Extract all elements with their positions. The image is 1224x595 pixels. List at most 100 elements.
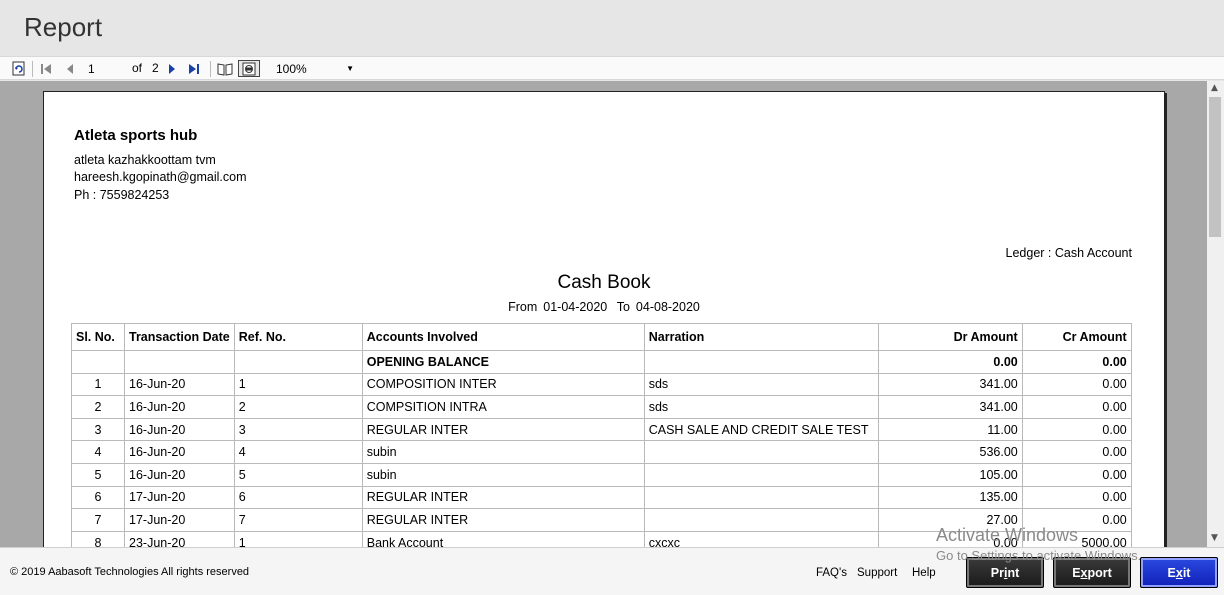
table-row: 5 16-Jun-20 5 subin 105.00 0.00 — [71, 462, 1132, 487]
cell-narration: CASH SALE AND CREDIT SALE TEST — [643, 417, 879, 442]
cell-sl: 7 — [71, 508, 125, 532]
export-label-accesskey: x — [1080, 565, 1088, 580]
cell-sl: 3 — [71, 417, 125, 442]
cell-account: OPENING BALANCE — [361, 350, 645, 374]
report-viewer[interactable]: Atleta sports hub atleta kazhakkoottam t… — [0, 81, 1209, 547]
exit-label-accesskey: x — [1175, 565, 1183, 580]
cell-dr: 105.00 — [877, 462, 1023, 487]
cell-cr: 0.00 — [1021, 395, 1132, 419]
scroll-up-icon[interactable]: ▲ — [1211, 83, 1218, 93]
cell-dr: 536.00 — [877, 440, 1023, 464]
report-page: Atleta sports hub atleta kazhakkoottam t… — [43, 91, 1165, 547]
chevron-down-icon: ▼ — [346, 64, 354, 73]
exit-button[interactable]: Ex it — [1140, 557, 1218, 588]
faq-link[interactable]: FAQ's — [816, 567, 847, 579]
cell-sl: 4 — [71, 440, 125, 464]
cell-ref — [233, 350, 363, 374]
page-number-input[interactable] — [82, 60, 122, 77]
scroll-down-icon[interactable]: ▼ — [1211, 533, 1218, 543]
cell-narration — [643, 440, 879, 464]
cell-date: 17-Jun-20 — [124, 508, 235, 532]
table-row: 2 16-Jun-20 2 COMPSITION INTRA sds 341.00 0.00 — [71, 395, 1132, 419]
company-phone: Ph : 7559824253 — [74, 188, 170, 202]
to-date: 04-08-2020 — [635, 300, 700, 314]
column-header: Narration — [643, 323, 879, 351]
of-label: of — [132, 61, 143, 75]
from-label: From — [508, 300, 538, 314]
cell-cr: 0.00 — [1021, 417, 1132, 442]
cell-account: REGULAR INTER — [361, 508, 645, 532]
cell-ref: 2 — [233, 395, 363, 419]
cell-ref: 1 — [233, 372, 363, 397]
cell-dr: 341.00 — [877, 372, 1023, 397]
scroll-thumb[interactable] — [1209, 97, 1221, 237]
print-label-part: nt — [1007, 565, 1020, 580]
cell-sl — [71, 350, 125, 374]
cell-sl: 5 — [71, 462, 125, 487]
to-label: To — [616, 300, 630, 314]
cell-date: 17-Jun-20 — [124, 485, 235, 510]
cell-sl: 2 — [71, 395, 125, 419]
company-address: atleta kazhakkoottam tvm — [74, 153, 216, 167]
column-header: Dr Amount — [877, 323, 1023, 351]
export-label-part: E — [1072, 565, 1081, 580]
total-pages: 2 — [152, 61, 159, 75]
cell-cr: 0.00 — [1021, 462, 1132, 487]
export-label-part: port — [1087, 565, 1112, 580]
cell-narration: sds — [643, 395, 879, 419]
last-page-icon[interactable] — [186, 60, 202, 77]
cell-narration: cxcxc — [643, 530, 879, 547]
first-page-icon[interactable] — [38, 60, 54, 77]
cell-account: subin — [361, 462, 645, 487]
previous-page-icon[interactable] — [62, 60, 78, 77]
exit-label-part: E — [1167, 565, 1176, 580]
report-toolbar: of 2 100% ▼ — [0, 56, 1224, 80]
cell-account: COMPSITION INTRA — [361, 395, 645, 419]
cell-cr: 0.00 — [1021, 485, 1132, 510]
cell-dr: 0.00 — [877, 350, 1023, 374]
support-link[interactable]: Support — [857, 567, 897, 579]
cell-account: subin — [361, 440, 645, 464]
cell-account: REGULAR INTER — [361, 485, 645, 510]
cell-date: 16-Jun-20 — [124, 462, 235, 487]
table-row: 4 16-Jun-20 4 subin 536.00 0.00 — [71, 440, 1132, 464]
cash-book-table: Sl. No. Transaction Date Ref. No. Accoun… — [71, 323, 1132, 547]
page-setup-icon[interactable] — [215, 60, 235, 77]
cell-dr: 11.00 — [877, 417, 1023, 442]
print-layout-icon[interactable] — [238, 60, 260, 77]
cell-date: 16-Jun-20 — [124, 417, 235, 442]
cell-sl: 6 — [71, 485, 125, 510]
cell-date: 16-Jun-20 — [124, 395, 235, 419]
cell-narration — [643, 485, 879, 510]
cell-dr: 135.00 — [877, 485, 1023, 510]
table-row: 3 16-Jun-20 3 REGULAR INTER CASH SALE AND CR… — [71, 417, 1132, 442]
ledger-label: Ledger : Cash Account — [1005, 246, 1132, 260]
cell-date: 16-Jun-20 — [124, 440, 235, 464]
refresh-icon[interactable] — [10, 60, 28, 77]
zoom-select[interactable]: 100% ▼ — [270, 59, 360, 78]
cell-dr: 341.00 — [877, 395, 1023, 419]
cell-narration — [643, 508, 879, 532]
table-row: 1 16-Jun-20 1 COMPOSITION INTER sds 341.00 0.0… — [71, 372, 1132, 397]
table-row: OPENING BALANCE 0.00 0.00 — [71, 350, 1132, 374]
cell-narration: sds — [643, 372, 879, 397]
company-name: Atleta sports hub — [74, 127, 198, 144]
column-header: Cr Amount — [1021, 323, 1132, 351]
next-page-icon[interactable] — [164, 60, 180, 77]
window-title-bar: Report — [0, 0, 1224, 56]
help-link[interactable]: Help — [912, 567, 936, 579]
vertical-scrollbar[interactable]: ▲ ▼ — [1207, 81, 1224, 547]
column-header: Sl. No. — [71, 323, 125, 351]
column-header: Accounts Involved — [361, 323, 645, 351]
column-header: Transaction Date — [124, 323, 235, 351]
cell-narration — [643, 462, 879, 487]
table-row: 6 17-Jun-20 6 REGULAR INTER 135.00 0.00 — [71, 485, 1132, 510]
cell-ref: 3 — [233, 417, 363, 442]
column-header: Ref. No. — [233, 323, 363, 351]
table-header-row: Sl. No. Transaction Date Ref. No. Accoun… — [71, 323, 1132, 351]
activation-watermark: Activate Windows Go to Settings to activ… — [936, 525, 1141, 563]
copyright-text: © 2019 Aabasoft Technologies All rights … — [10, 566, 250, 578]
cell-cr: 0.00 — [1021, 440, 1132, 464]
cell-account: REGULAR INTER — [361, 417, 645, 442]
cell-date — [124, 350, 235, 374]
